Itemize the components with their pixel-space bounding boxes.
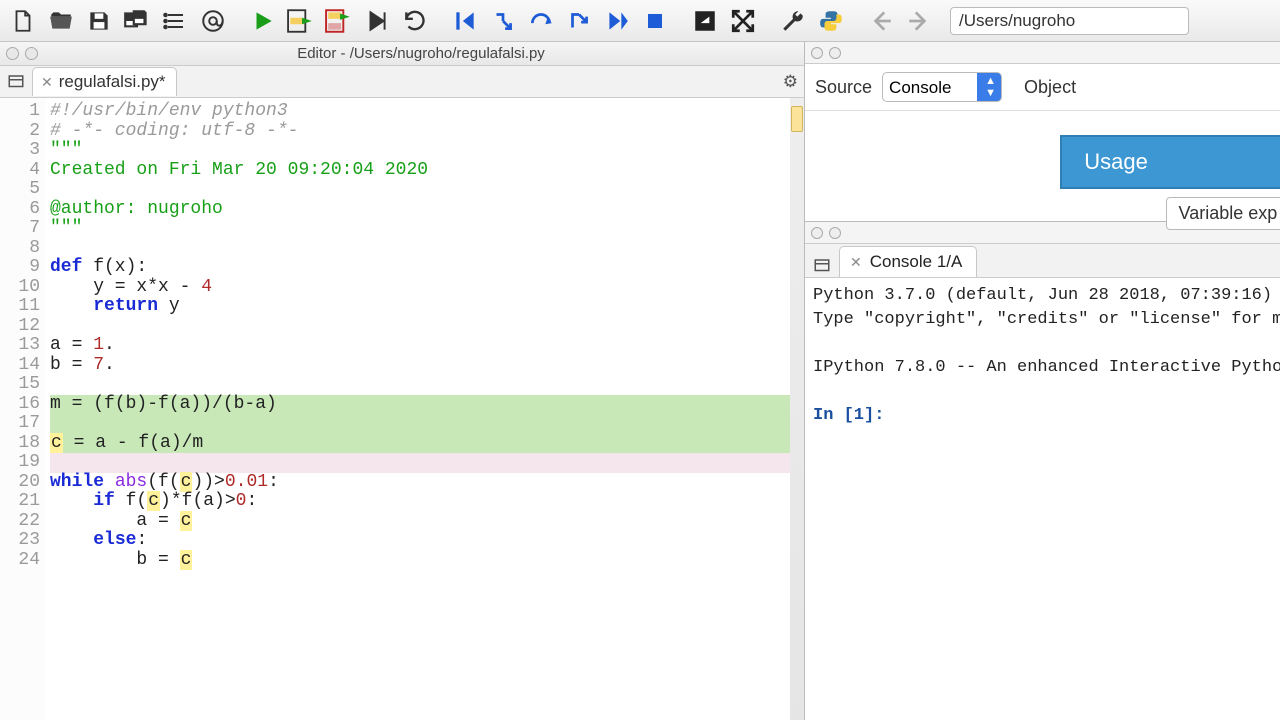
wrench-icon[interactable]: [776, 4, 810, 38]
list-icon[interactable]: [158, 4, 192, 38]
editor-title-text: Editor - /Users/nugroho/regulafalsi.py: [44, 45, 798, 62]
min-dot-icon[interactable]: [25, 47, 38, 60]
arrow-right-icon[interactable]: [902, 4, 936, 38]
browse-tabs-icon[interactable]: [6, 72, 26, 92]
restart-icon[interactable]: [398, 4, 432, 38]
help-pane-title: [805, 42, 1280, 64]
browse-console-tabs-icon[interactable]: [811, 255, 833, 277]
object-label: Object: [1024, 77, 1076, 98]
step-in-icon[interactable]: [486, 4, 520, 38]
at-icon[interactable]: [196, 4, 230, 38]
source-select[interactable]: Console: [882, 72, 1002, 102]
editor-options-icon[interactable]: ⚙: [783, 72, 798, 92]
fullscreen-icon[interactable]: [726, 4, 760, 38]
help-body: Usage Variable exp: [805, 111, 1280, 221]
debug-icon[interactable]: [360, 4, 394, 38]
line-gutter: 123456789101112131415161718192021222324: [0, 98, 46, 720]
close-tab-icon[interactable]: ✕: [41, 74, 53, 91]
file-tab-label: regulafalsi.py*: [59, 72, 166, 92]
scrollbar-thumb[interactable]: [791, 106, 803, 132]
file-tab[interactable]: ✕ regulafalsi.py*: [32, 67, 177, 96]
goto-first-icon[interactable]: [448, 4, 482, 38]
console-tab-label: Console 1/A: [870, 252, 963, 272]
run-cell-icon[interactable]: [284, 4, 318, 38]
console-tab-row: ✕ Console 1/A: [805, 244, 1280, 278]
maximize-icon[interactable]: [688, 4, 722, 38]
stop-icon[interactable]: [638, 4, 672, 38]
step-out-icon[interactable]: [600, 4, 634, 38]
run-icon[interactable]: [246, 4, 280, 38]
console-output[interactable]: Python 3.7.0 (default, Jun 28 2018, 07:3…: [805, 278, 1280, 720]
help-source-row: Source Console ▲▼ Object: [805, 64, 1280, 111]
close-dot-icon[interactable]: [6, 47, 19, 60]
min-dot-icon[interactable]: [829, 47, 841, 59]
main-toolbar: [0, 0, 1280, 42]
code-editor[interactable]: 123456789101112131415161718192021222324 …: [0, 98, 804, 720]
close-dot-icon[interactable]: [811, 227, 823, 239]
close-dot-icon[interactable]: [811, 47, 823, 59]
close-console-tab-icon[interactable]: ✕: [850, 254, 862, 271]
console-tab[interactable]: ✕ Console 1/A: [839, 246, 977, 277]
path-input[interactable]: [950, 7, 1189, 35]
scrollbar-track[interactable]: [790, 98, 804, 720]
usage-button[interactable]: Usage: [1060, 135, 1280, 189]
open-folder-icon[interactable]: [44, 4, 78, 38]
arrow-left-icon[interactable]: [864, 4, 898, 38]
run-cell-advance-icon[interactable]: [322, 4, 356, 38]
variable-explorer-link[interactable]: Variable exp: [1166, 197, 1280, 230]
editor-title-bar: Editor - /Users/nugroho/regulafalsi.py: [0, 42, 804, 66]
editor-tab-row: ✕ regulafalsi.py* ⚙: [0, 66, 804, 98]
source-label: Source: [815, 77, 872, 98]
step-over-line-icon[interactable]: [562, 4, 596, 38]
step-over-icon[interactable]: [524, 4, 558, 38]
python-icon[interactable]: [814, 4, 848, 38]
save-icon[interactable]: [82, 4, 116, 38]
min-dot-icon[interactable]: [829, 227, 841, 239]
save-all-icon[interactable]: [120, 4, 154, 38]
new-file-icon[interactable]: [6, 4, 40, 38]
